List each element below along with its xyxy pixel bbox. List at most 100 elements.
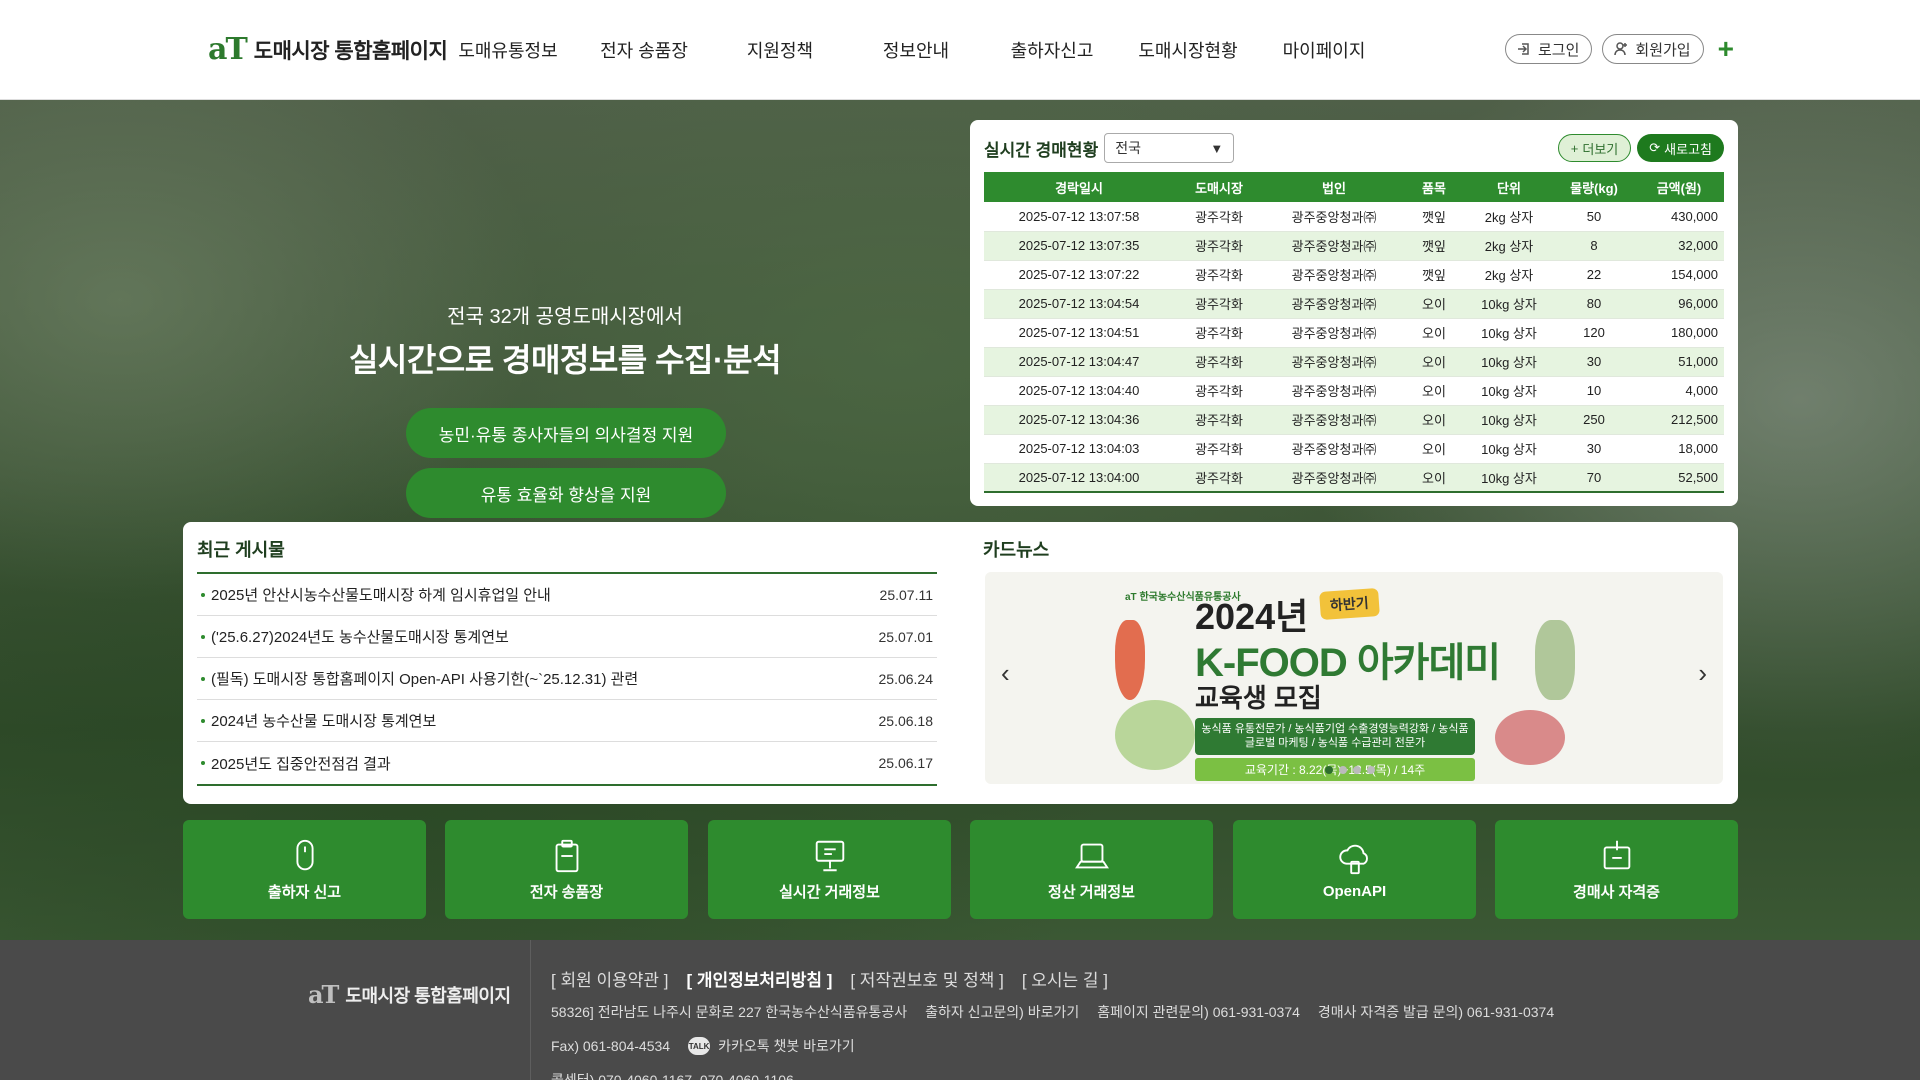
cell-market: 광주각화	[1174, 347, 1264, 377]
auth-area: 로그인 회원가입 +	[1505, 34, 1734, 64]
carousel-dot[interactable]	[1325, 766, 1333, 774]
list-item[interactable]: 2025년 안산시농수산물도매시장 하계 임시휴업일 안내 25.07.11	[197, 574, 937, 616]
post-title: ('25.6.27)2024년도 농수산물도매시장 통계연보	[211, 629, 509, 646]
cell-item: 오이	[1404, 434, 1464, 464]
nav-item-mypage[interactable]: 마이페이지	[1256, 37, 1392, 63]
auction-table: 경락일시 도매시장 법인 품목 단위 물량(kg) 금액(원) 2025-07-…	[984, 172, 1724, 493]
footer-shipper-link[interactable]: 출하자 신고문의) 바로가기	[925, 1002, 1079, 1022]
table-row: 2025-07-12 13:04:51 광주각화 광주중앙청과㈜ 오이 10kg 상자 1…	[984, 318, 1724, 348]
cell-qty: 30	[1554, 434, 1634, 464]
quick-realtime-trade[interactable]: 실시간 거래정보	[708, 820, 951, 919]
cell-corp: 광주중앙청과㈜	[1264, 376, 1404, 406]
cell-unit: 10kg 상자	[1464, 434, 1554, 464]
quick-openapi[interactable]: OpenAPI	[1233, 820, 1476, 919]
plus-icon[interactable]: +	[1718, 35, 1734, 63]
footer-link-directions[interactable]: [ 오시는 길 ]	[1022, 966, 1108, 991]
nav-item-information[interactable]: 정보안내	[848, 37, 984, 63]
signup-button[interactable]: 회원가입	[1602, 34, 1704, 64]
nav-item-e-invoice[interactable]: 전자 송품장	[576, 37, 712, 63]
footer-homepage-contact: 홈페이지 관련문의) 061-931-0374	[1097, 1004, 1300, 1020]
quick-settlement-trade[interactable]: 정산 거래정보	[970, 820, 1213, 919]
table-row: 2025-07-12 13:04:40 광주각화 광주중앙청과㈜ 오이 10kg 상자 1…	[984, 376, 1724, 406]
col-qty: 물량(kg)	[1554, 172, 1634, 202]
footer-link-privacy[interactable]: [ 개인정보처리방침 ]	[686, 966, 832, 991]
clipboard-icon	[555, 839, 578, 873]
list-item[interactable]: (필독) 도매시장 통합홈페이지 Open-API 사용기한(~`25.12.3…	[197, 658, 937, 700]
cell-market: 광주각화	[1174, 405, 1264, 435]
region-select[interactable]: 전국 ▼	[1104, 133, 1235, 163]
kfood-banner[interactable]: aT 한국농수산식품유통공사 2024년 하반기 K-FOOD 아카데미 교육생…	[1115, 580, 1595, 781]
kakao-chatbot-link[interactable]: TALK 카카오톡 챗봇 바로가기	[688, 1036, 855, 1056]
bullet-icon	[201, 592, 205, 597]
cell-qty: 22	[1554, 260, 1634, 290]
auction-actions: + 더보기 ⟳ 새로고침	[1557, 134, 1724, 162]
hero-pill-efficiency: 유통 효율화 향상을 지원	[406, 468, 726, 518]
cell-corp: 광주중앙청과㈜	[1264, 289, 1404, 319]
cell-corp: 광주중앙청과㈜	[1264, 202, 1404, 232]
cell-amount: 96,000	[1634, 289, 1724, 319]
pepper-illustration	[1115, 620, 1145, 700]
cell-corp: 광주중앙청과㈜	[1264, 318, 1404, 348]
footer-license-contact: 경매사 자격증 발급 문의) 061-931-0374	[1317, 1004, 1555, 1020]
footer-fax: Fax) 061-804-4534	[551, 1038, 671, 1054]
main-nav: 도매유통정보 전자 송품장 지원정책 정보안내 출하자신고 도매시장현황 마이페…	[440, 37, 1392, 63]
post-date: 25.07.01	[878, 628, 934, 645]
auction-title: 실시간 경매현황	[984, 140, 1099, 160]
quick-auctioneer-license[interactable]: 경매사 자격증	[1495, 820, 1738, 919]
nav-item-market-status[interactable]: 도매시장현황	[1120, 37, 1256, 63]
table-row: 2025-07-12 13:04:47 광주각화 광주중앙청과㈜ 오이 10kg 상자 3…	[984, 347, 1724, 377]
cell-unit: 10kg 상자	[1464, 318, 1554, 348]
nav-item-shipper-report[interactable]: 출하자신고	[984, 37, 1120, 63]
refresh-label: 새로고침	[1664, 141, 1712, 157]
cell-time: 2025-07-12 13:07:35	[984, 231, 1174, 261]
cell-market: 광주각화	[1174, 289, 1264, 319]
cell-item: 깻잎	[1404, 260, 1464, 290]
card-news-carousel: ‹ aT 한국농수산식품유통공사 2024년 하반기 K-FOOD 아카데미 교…	[985, 572, 1723, 784]
site-footer: aT 도매시장 통합홈페이지 [ 회원 이용약관 ] [ 개인정보처리방침 ] …	[0, 940, 1920, 1080]
more-button[interactable]: + 더보기	[1557, 134, 1632, 162]
cell-market: 광주각화	[1174, 260, 1264, 290]
footer-link-copyright[interactable]: [ 저작권보호 및 정책 ]	[850, 966, 1003, 991]
quick-shipper-report[interactable]: 출하자 신고	[183, 820, 426, 919]
banner-half-badge: 하반기	[1319, 587, 1380, 621]
chevron-right-icon[interactable]: ›	[1698, 658, 1707, 689]
nav-item-support-policy[interactable]: 지원정책	[712, 37, 848, 63]
table-row: 2025-07-12 13:07:35 광주각화 광주중앙청과㈜ 깻잎 2kg 상자 8 3…	[984, 231, 1724, 261]
site-logo[interactable]: aT 도매시장 통합홈페이지	[208, 32, 448, 67]
signup-label: 회원가입	[1635, 41, 1691, 59]
caret-down-icon: ▼	[1210, 140, 1224, 156]
table-row: 2025-07-12 13:04:00 광주각화 광주중앙청과㈜ 오이 10kg 상자 7…	[984, 463, 1724, 493]
refresh-button[interactable]: ⟳ 새로고침	[1637, 134, 1724, 162]
login-button[interactable]: 로그인	[1505, 34, 1593, 64]
plus-small-icon: +	[1570, 140, 1579, 156]
cell-corp: 광주중앙청과㈜	[1264, 434, 1404, 464]
quick-e-invoice[interactable]: 전자 송품장	[445, 820, 688, 919]
cell-corp: 광주중앙청과㈜	[1264, 231, 1404, 261]
cell-corp: 광주중앙청과㈜	[1264, 347, 1404, 377]
quick-label: OpenAPI	[1322, 883, 1387, 900]
cell-market: 광주각화	[1174, 434, 1264, 464]
chevron-left-icon[interactable]: ‹	[1001, 658, 1010, 689]
table-row: 2025-07-12 13:04:36 광주각화 광주중앙청과㈜ 오이 10kg 상자 2…	[984, 405, 1724, 435]
footer-contact-line: 58326] 전라남도 나주시 문화로 227 한국농수산식품유통공사 출하자 …	[551, 1002, 1554, 1022]
list-item[interactable]: ('25.6.27)2024년도 농수산물도매시장 통계연보 25.07.01	[197, 616, 937, 658]
footer-link-terms[interactable]: [ 회원 이용약관 ]	[551, 966, 668, 991]
carousel-dot[interactable]	[1353, 766, 1361, 774]
post-title: (필독) 도매시장 통합홈페이지 Open-API 사용기한(~`25.12.3…	[211, 671, 639, 688]
list-item[interactable]: 2024년 농수산물 도매시장 통계연보 25.06.18	[197, 700, 937, 742]
realtime-auction-panel: 실시간 경매현황 전국 ▼ + 더보기 ⟳ 새로고침 경락일시 도매시장 법인 …	[970, 120, 1738, 506]
carousel-dot[interactable]	[1339, 766, 1347, 774]
login-icon	[1518, 43, 1529, 55]
carousel-dot[interactable]	[1367, 766, 1375, 774]
hero-pill-decision-support: 농민·유통 종사자들의 의사결정 지원	[406, 408, 726, 458]
cell-unit: 10kg 상자	[1464, 405, 1554, 435]
col-unit: 단위	[1464, 172, 1554, 202]
table-row: 2025-07-12 13:07:58 광주각화 광주중앙청과㈜ 깻잎 2kg 상자 50…	[984, 202, 1724, 232]
list-item[interactable]: 2025년도 집중안전점검 결과 25.06.17	[197, 742, 937, 784]
nav-item-wholesale-info[interactable]: 도매유통정보	[440, 37, 576, 63]
card-news-title: 카드뉴스	[983, 540, 1050, 560]
cell-time: 2025-07-12 13:04:54	[984, 289, 1174, 319]
post-date: 25.06.17	[878, 755, 934, 771]
cell-unit: 10kg 상자	[1464, 347, 1554, 377]
cell-item: 깻잎	[1404, 231, 1464, 261]
